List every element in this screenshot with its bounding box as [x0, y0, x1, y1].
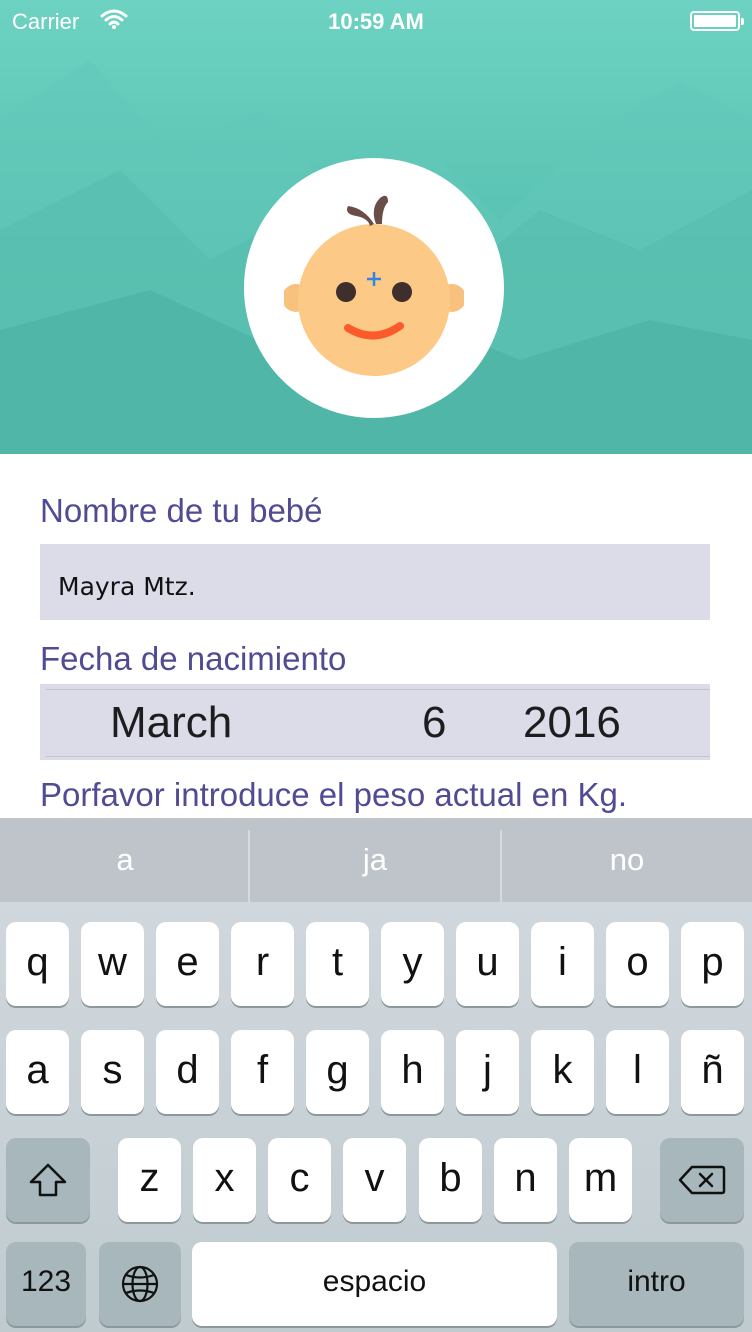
status-bar: Carrier 10:59 AM: [0, 0, 752, 40]
clock: 10:59 AM: [328, 9, 424, 34]
key-u[interactable]: u: [456, 922, 519, 1006]
key-n[interactable]: n: [494, 1138, 557, 1222]
picker-month[interactable]: March: [110, 698, 232, 748]
keyboard: a ja no q w e r t y u i o p a s d f g h …: [0, 818, 752, 1332]
weight-label: Porfavor introduce el peso actual en Kg.: [40, 776, 628, 813]
suggestion-bar: a ja no: [0, 818, 752, 902]
key-j[interactable]: j: [456, 1030, 519, 1114]
key-y[interactable]: y: [381, 922, 444, 1006]
return-key[interactable]: intro: [569, 1242, 744, 1326]
key-q[interactable]: q: [6, 922, 69, 1006]
key-l[interactable]: l: [606, 1030, 669, 1114]
key-r[interactable]: r: [231, 922, 294, 1006]
birth-date-label: Fecha de nacimiento: [40, 640, 347, 677]
birth-date-picker[interactable]: March 6 2016: [40, 684, 710, 760]
key-i[interactable]: i: [531, 922, 594, 1006]
picker-day[interactable]: 6: [422, 698, 446, 748]
baby-name-input[interactable]: Mayra Mtz.: [40, 544, 710, 620]
key-enye[interactable]: ñ: [681, 1030, 744, 1114]
numbers-key[interactable]: 123: [6, 1242, 86, 1326]
battery-icon: [690, 11, 744, 31]
key-h[interactable]: h: [381, 1030, 444, 1114]
key-b[interactable]: b: [419, 1138, 482, 1222]
delete-key[interactable]: [660, 1138, 744, 1222]
shift-key[interactable]: [6, 1138, 90, 1222]
suggestion-item[interactable]: ja: [250, 818, 500, 902]
key-a[interactable]: a: [6, 1030, 69, 1114]
key-x[interactable]: x: [193, 1138, 256, 1222]
key-v[interactable]: v: [343, 1138, 406, 1222]
key-k[interactable]: k: [531, 1030, 594, 1114]
key-w[interactable]: w: [81, 922, 144, 1006]
key-t[interactable]: t: [306, 922, 369, 1006]
key-p[interactable]: p: [681, 922, 744, 1006]
globe-icon: [121, 1265, 159, 1303]
backspace-icon: [678, 1165, 726, 1195]
key-f[interactable]: f: [231, 1030, 294, 1114]
suggestion-item[interactable]: a: [0, 818, 250, 902]
globe-key[interactable]: [99, 1242, 181, 1326]
key-d[interactable]: d: [156, 1030, 219, 1114]
key-s[interactable]: s: [81, 1030, 144, 1114]
shift-icon: [29, 1163, 67, 1197]
space-key[interactable]: espacio: [192, 1242, 557, 1326]
key-g[interactable]: g: [306, 1030, 369, 1114]
baby-face-icon: [284, 195, 464, 376]
key-c[interactable]: c: [268, 1138, 331, 1222]
baby-photo-button[interactable]: [244, 158, 504, 418]
picker-divider: [46, 756, 710, 757]
profile-header: Carrier 10:59 AM: [0, 0, 752, 454]
key-z[interactable]: z: [118, 1138, 181, 1222]
key-e[interactable]: e: [156, 922, 219, 1006]
picker-year[interactable]: 2016: [523, 698, 621, 748]
suggestion-item[interactable]: no: [502, 818, 752, 902]
picker-divider: [46, 689, 710, 690]
key-o[interactable]: o: [606, 922, 669, 1006]
baby-name-label: Nombre de tu bebé: [40, 492, 323, 529]
key-m[interactable]: m: [569, 1138, 632, 1222]
